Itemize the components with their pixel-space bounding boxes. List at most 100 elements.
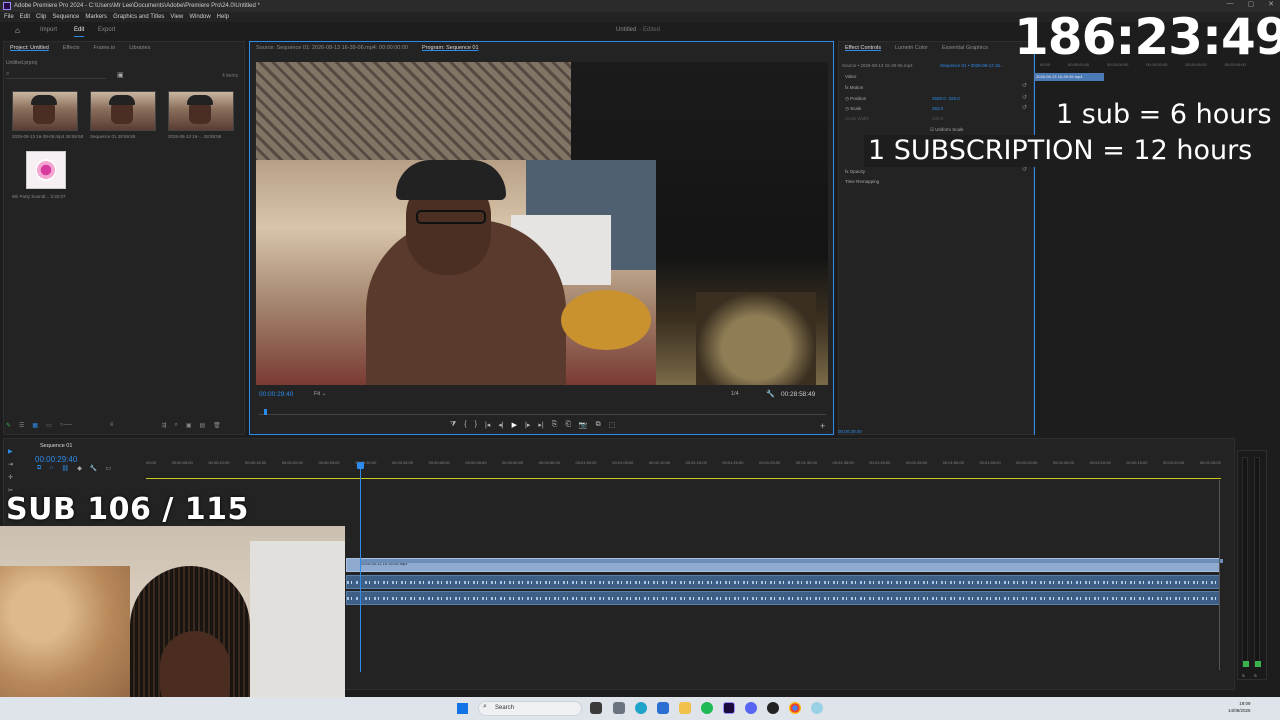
menu-markers[interactable]: Markers xyxy=(85,12,107,22)
snap-icon[interactable]: ∩ xyxy=(49,465,53,472)
work-area-bar[interactable] xyxy=(146,478,1221,479)
settings-icon[interactable]: 🔧 xyxy=(90,465,97,472)
reset-icon[interactable]: ↺ xyxy=(1022,104,1027,111)
project-thumbnail-clip-2[interactable] xyxy=(168,91,234,131)
fx-row-opacity[interactable]: fx Opacity xyxy=(845,169,865,174)
freeform-view-icon[interactable]: ▭ xyxy=(46,422,52,432)
discord-icon[interactable] xyxy=(745,702,757,714)
menu-view[interactable]: View xyxy=(170,12,183,22)
trash-icon[interactable]: 🗑 xyxy=(213,422,221,432)
tab-source[interactable]: Source: Sequence 01: 2026-08-13 16-39-06… xyxy=(256,42,408,54)
icon-view-icon[interactable]: ▦ xyxy=(32,422,38,432)
fx-row-position[interactable]: ◷ Position xyxy=(845,96,866,102)
menu-clip[interactable]: Clip xyxy=(36,12,46,22)
app-icon[interactable] xyxy=(811,702,823,714)
comparison-view-button[interactable]: ⧉ xyxy=(596,421,601,429)
project-thumbnail-sequence[interactable] xyxy=(90,91,156,131)
sort-icon[interactable]: ≡ xyxy=(110,422,114,432)
effect-controls-source[interactable]: Source • 2026-08-13 16-39-06.mp4 xyxy=(842,63,913,68)
safe-margins-button[interactable]: ⬚ xyxy=(609,421,616,429)
tab-project[interactable]: Project: Untitled xyxy=(10,42,49,54)
fx-row-uniform-scale[interactable]: ☑ Uniform Scale xyxy=(930,127,964,133)
audio-clip[interactable] xyxy=(346,591,1220,605)
tab-import[interactable]: Import xyxy=(40,27,57,33)
obs-icon[interactable] xyxy=(767,702,779,714)
task-view-icon[interactable] xyxy=(590,702,602,714)
position-value[interactable]: 2500.0 -325.0 xyxy=(932,96,960,101)
new-bin-icon[interactable]: ▣ xyxy=(186,422,192,432)
play-button[interactable]: ▶ xyxy=(512,421,517,429)
effect-controls-clip-bar[interactable]: 2026-08-13 16-39-06.mp4 xyxy=(1034,73,1104,81)
mark-out-button[interactable]: } xyxy=(475,421,477,429)
lift-button[interactable]: ⎘ xyxy=(552,421,558,429)
solo-button[interactable]: S xyxy=(1254,673,1257,678)
program-scrub-bar[interactable] xyxy=(258,409,826,415)
pencil-icon[interactable]: ✎ xyxy=(6,422,11,432)
timeline-playhead[interactable] xyxy=(357,462,364,672)
tab-libraries[interactable]: Libraries xyxy=(129,42,150,54)
mark-in-button[interactable]: { xyxy=(464,421,466,429)
playhead[interactable] xyxy=(264,409,267,415)
step-back-button[interactable]: ◂| xyxy=(498,421,503,429)
new-bin-icon[interactable]: ▣ xyxy=(117,71,124,79)
zoom-slider[interactable]: ○── xyxy=(60,422,72,432)
linked-selection-icon[interactable]: ⛓ xyxy=(62,465,70,472)
go-to-out-button[interactable]: ▸| xyxy=(538,421,543,429)
tab-effect-controls[interactable]: Effect Controls xyxy=(845,42,881,54)
nest-toggle-icon[interactable]: ⧉ xyxy=(37,465,41,472)
tab-lumetri-color[interactable]: Lumetri Color xyxy=(895,42,928,54)
store-icon[interactable] xyxy=(657,702,669,714)
tab-edit[interactable]: Edit xyxy=(74,27,85,37)
premiere-icon[interactable] xyxy=(723,702,735,714)
add-marker-button[interactable]: ⧩ xyxy=(450,421,456,429)
edge-icon[interactable] xyxy=(635,702,647,714)
chrome-icon[interactable] xyxy=(789,702,801,714)
captions-icon[interactable]: ▭ xyxy=(105,465,111,472)
timeline-ruler[interactable]: 00:00 00:00:05:00 00:00:10:00 00:00:15:00 00… xyxy=(146,460,1221,470)
fx-row-motion[interactable]: fx Motion xyxy=(845,85,863,90)
playback-resolution-select[interactable]: 1/4 xyxy=(731,391,739,397)
menu-file[interactable]: File xyxy=(4,12,14,22)
menu-graphics-and-titles[interactable]: Graphics and Titles xyxy=(113,12,164,22)
project-thumbnail-audio[interactable] xyxy=(26,151,66,189)
extract-button[interactable]: ⎗ xyxy=(565,421,571,429)
maximize-icon[interactable]: ▢ xyxy=(1248,0,1255,8)
effect-controls-sequence[interactable]: Sequence 01 • 2026-08-13 16... xyxy=(940,63,1004,68)
export-frame-button[interactable]: 📷 xyxy=(579,421,588,429)
solo-button[interactable]: S xyxy=(1242,673,1245,678)
video-clip[interactable]: 2026-08-13 16-39-06.mp4 xyxy=(346,558,1223,572)
close-icon[interactable]: ✕ xyxy=(1268,0,1274,8)
reset-icon[interactable]: ↺ xyxy=(1022,82,1027,89)
timeline-current-timecode[interactable]: 00:00:29:40 xyxy=(35,455,77,464)
menu-sequence[interactable]: Sequence xyxy=(52,12,79,22)
fx-row-time-remapping[interactable]: Time Remapping xyxy=(845,179,879,184)
track-select-tool-icon[interactable]: ⇥ xyxy=(8,461,13,468)
new-item-icon[interactable]: ▤ xyxy=(200,422,206,432)
wrench-icon[interactable]: 🔧 xyxy=(766,390,775,398)
menu-edit[interactable]: Edit xyxy=(20,12,30,22)
tab-frameio[interactable]: Frame.io xyxy=(94,42,116,54)
system-tray-clock[interactable]: 19:09 14/08/2026 xyxy=(1228,700,1251,714)
menu-help[interactable]: Help xyxy=(217,12,229,22)
audio-clip[interactable] xyxy=(346,575,1220,589)
spotify-icon[interactable] xyxy=(701,702,713,714)
menu-window[interactable]: Window xyxy=(189,12,210,22)
tab-export[interactable]: Export xyxy=(98,27,115,33)
taskbar-search-input[interactable]: Search xyxy=(478,701,582,716)
project-thumbnail-clip[interactable] xyxy=(12,91,78,131)
tab-effects[interactable]: Effects xyxy=(63,42,80,54)
tab-sequence[interactable]: Sequence 01 xyxy=(40,443,72,449)
selection-tool-icon[interactable]: ▶ xyxy=(8,448,13,455)
minimize-icon[interactable]: — xyxy=(1227,0,1234,8)
zoom-level-select[interactable]: Fit ⌄ xyxy=(314,391,326,397)
button-editor-plus[interactable]: + xyxy=(820,421,825,431)
timeline-vertical-scrollbar[interactable] xyxy=(1219,480,1223,670)
add-marker-icon[interactable]: ◆ xyxy=(77,465,82,472)
reset-icon[interactable]: ↺ xyxy=(1022,166,1027,173)
ripple-edit-tool-icon[interactable]: ✛ xyxy=(8,474,13,481)
tab-program[interactable]: Program: Sequence 01 xyxy=(422,42,479,54)
program-current-timecode[interactable]: 00:00:29:40 xyxy=(259,391,293,398)
home-icon[interactable]: ⌂ xyxy=(15,27,23,35)
list-view-icon[interactable]: ☰ xyxy=(19,422,24,432)
scale-value[interactable]: 263.0 xyxy=(932,106,943,111)
